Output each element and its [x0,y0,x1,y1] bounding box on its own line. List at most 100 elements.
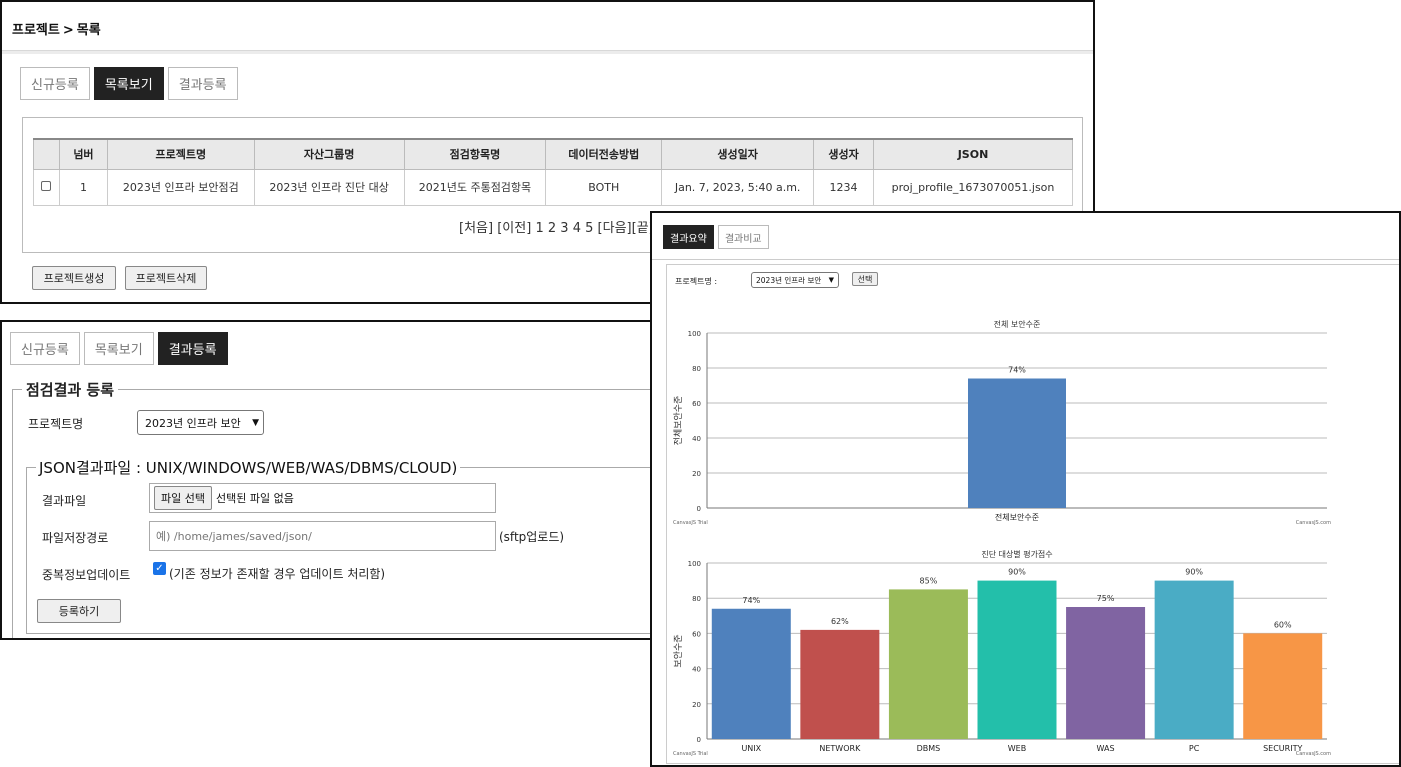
project-select-value: 2023년 인프라 보안 [145,416,241,430]
cell-project-name[interactable]: 2023년 인프라 보안점검 [106,168,255,206]
y-tick-label-overall-0: 0 [697,505,701,513]
breadcrumb-page: 목록 [76,23,101,38]
y-tick-label-overall-80: 80 [692,365,701,373]
header-transfer-method: 데이터전송방법 [545,138,663,170]
project-tabs: 신규등록 목록보기 결과등록 [20,67,238,100]
bar-target-pc [1154,580,1234,739]
project-table: 넘버 프로젝트명 자산그룹명 점검항목명 데이터전송방법 생성일자 생성자 JS… [33,138,1073,206]
y-tick-label-target-40: 40 [692,666,701,674]
bar-value-label-overall-전체보안수준: 74% [1008,366,1026,375]
bar-target-unix [711,608,791,739]
y-tick-label-target-100: 100 [688,560,701,568]
bar-value-label-target-was: 75% [1097,594,1115,603]
register-button[interactable]: 등록하기 [37,599,121,623]
header-json: JSON [873,138,1073,170]
breadcrumb-separator: > [62,23,74,38]
file-status-text: 선택된 파일 없음 [215,492,294,505]
duplicate-update-text: (기존 정보가 존재할 경우 업데이트 처리함) [169,567,386,581]
header-project-name: 프로젝트명 [106,138,255,170]
bar-value-label-target-dbms: 85% [920,576,938,585]
tab-new-register[interactable]: 신규등록 [10,332,80,365]
tab-list-view[interactable]: 목록보기 [93,67,164,100]
y-axis-label-target: 보안수준 [673,634,684,667]
page-first-link[interactable]: [처음] [459,221,493,236]
duplicate-update-label: 중복정보업데이트 [42,568,131,582]
duplicate-update-checkbox[interactable]: ✓ [153,562,166,575]
header-number: 넘버 [58,138,108,170]
cell-asset-group: 2023년 인프라 진단 대상 [253,168,405,206]
tab-result-register[interactable]: 결과등록 [167,67,238,100]
tab-result-register[interactable]: 결과등록 [157,332,228,365]
result-file-input[interactable]: 파일 선택 선택된 파일 없음 [149,483,496,513]
bar-value-label-target-unix: 74% [742,596,760,605]
bar-overall-전체보안수준 [968,378,1066,508]
save-path-suffix: (sftp업로드) [499,530,565,544]
x-tick-label-target-dbms: DBMS [917,744,941,753]
y-tick-label-overall-100: 100 [688,330,701,338]
x-tick-label-target-network: NETWORK [819,744,861,753]
table-header-row: 넘버 프로젝트명 자산그룹명 점검항목명 데이터전송방법 생성일자 생성자 JS… [33,138,1073,170]
project-name-label: 프로젝트명 [28,417,84,431]
project-select[interactable]: 2023년 인프라 보안 ▼ [137,410,264,435]
watermark-right-overall: CanvasJS.com [1296,520,1331,526]
save-path-label: 파일저장경로 [42,531,109,545]
y-axis-label-overall: 전체보안수준 [673,396,684,446]
tab-result-compare[interactable]: 결과비교 [717,225,769,249]
y-tick-label-overall-20: 20 [692,470,701,478]
result-register-window: 신규등록 목록보기 결과등록 점검결과 등록 프로젝트명 2023년 인프라 보… [0,320,658,640]
x-tick-label-overall-전체보안수준: 전체보안수준 [995,512,1039,522]
page-prev-link[interactable]: [이전] [497,221,531,236]
chart-title-target: 진단 대상별 평가점수 [981,549,1052,559]
header-created-date: 생성일자 [661,138,815,170]
tab-result-summary[interactable]: 결과요약 [663,225,714,249]
register-legend: 점검결과 등록 [22,379,119,400]
row-checkbox[interactable] [41,180,52,191]
x-tick-label-target-pc: PC [1189,744,1200,753]
cell-created-date: Jan. 7, 2023, 5:40 a.m. [661,168,815,206]
y-tick-label-overall-40: 40 [692,435,701,443]
header-asset-group: 자산그룹명 [253,138,405,170]
bar-target-web [977,580,1057,739]
y-tick-label-target-80: 80 [692,595,701,603]
cell-creator: 1234 [813,168,874,206]
create-project-button[interactable]: 프로젝트생성 [32,266,116,290]
choose-file-button[interactable]: 파일 선택 [154,486,212,510]
tab-divider [652,259,1399,260]
x-tick-label-target-unix: UNIX [741,744,761,753]
watermark-left-target: CanvasJS Trial [673,751,708,757]
y-tick-label-overall-60: 60 [692,400,701,408]
save-path-input[interactable]: 예) /home/james/saved/json/ [149,521,496,551]
watermark-left-overall: CanvasJS Trial [673,520,708,526]
cell-transfer-method: BOTH [545,168,663,206]
bar-target-network [800,629,880,739]
result-summary-window: 결과요약 결과비교 프로젝트명 : 2023년 인프라 보안 ▼ 선택 전체 보… [650,211,1401,767]
summary-tabs: 결과요약 결과비교 [663,225,769,249]
page-link-3[interactable]: 3 [560,221,568,236]
header-creator: 생성자 [813,138,874,170]
cell-json-file[interactable]: proj_profile_1673070051.json [873,168,1073,206]
tab-new-register[interactable]: 신규등록 [20,67,90,100]
bar-target-was [1066,607,1146,739]
delete-project-button[interactable]: 프로젝트삭제 [125,266,207,290]
summary-panel: 프로젝트명 : 2023년 인프라 보안 ▼ 선택 전체 보안수준 0 20 40 60… [666,264,1399,764]
table-row: 1 2023년 인프라 보안점검 2023년 인프라 진단 대상 2021년도 … [33,168,1073,206]
tab-list-view[interactable]: 목록보기 [83,332,154,365]
page-next-link[interactable]: [다음] [598,221,632,236]
header-check-item: 점검항목명 [403,138,547,170]
register-tabs: 신규등록 목록보기 결과등록 [10,332,228,365]
y-tick-label-target-60: 60 [692,630,701,638]
bar-value-label-target-security: 60% [1274,620,1292,629]
page-link-5[interactable]: 5 [585,221,593,236]
breadcrumb-section[interactable]: 프로젝트 [12,23,60,38]
header-divider [2,50,1093,54]
page-link-2[interactable]: 2 [548,221,556,236]
pagination: [처음] [이전] 1 2 3 4 5 [다음][끝] [459,217,654,236]
cell-number: 1 [58,168,108,206]
cell-check-item: 2021년도 주통점검항목 [403,168,547,206]
breadcrumb: 프로젝트 > 목록 [12,19,101,38]
summary-charts: 전체 보안수준 0 20 40 60 80 100 전체보안수준 74% 전체보안수준 Canvas… [673,319,1331,757]
chevron-down-icon: ▼ [252,417,259,428]
page-link-1[interactable]: 1 [535,221,543,236]
page-link-4[interactable]: 4 [573,221,581,236]
bar-value-label-target-pc: 90% [1185,568,1203,577]
